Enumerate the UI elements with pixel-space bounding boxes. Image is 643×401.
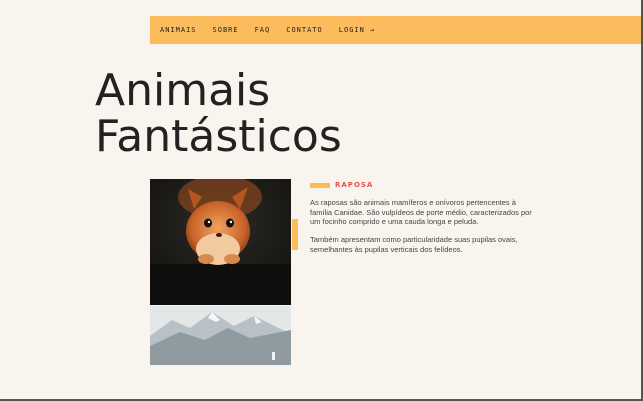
tag-accent-line xyxy=(310,182,330,188)
mountain-illustration xyxy=(150,306,291,365)
article-paragraph: Também apresentam como particularidade s… xyxy=(310,235,518,254)
section-tag: RAPOSA xyxy=(310,181,373,189)
nav-link-sobre[interactable]: SOBRE xyxy=(213,26,239,34)
nav-link-contato[interactable]: CONTATO xyxy=(286,26,323,34)
article-paragraph: As raposas são animais mamíferos e onívo… xyxy=(310,198,532,226)
nav-link-animais[interactable]: ANIMAIS xyxy=(160,26,197,34)
section-tag-label: RAPOSA xyxy=(335,181,374,189)
nav-link-login[interactable]: LOGIN → xyxy=(339,26,376,34)
title-line-1: Animais xyxy=(95,65,271,116)
mountain-photo[interactable] xyxy=(150,306,291,365)
squirrel-photo[interactable] xyxy=(150,179,291,305)
squirrel-illustration xyxy=(150,179,291,305)
page-title: Animais Fantásticos xyxy=(95,68,342,160)
nav-link-faq[interactable]: FAQ xyxy=(255,26,271,34)
title-line-2: Fantásticos xyxy=(95,111,342,162)
top-navbar: ANIMAIS SOBRE FAQ CONTATO LOGIN → xyxy=(150,16,641,44)
scroll-indicator-bar xyxy=(292,219,298,250)
